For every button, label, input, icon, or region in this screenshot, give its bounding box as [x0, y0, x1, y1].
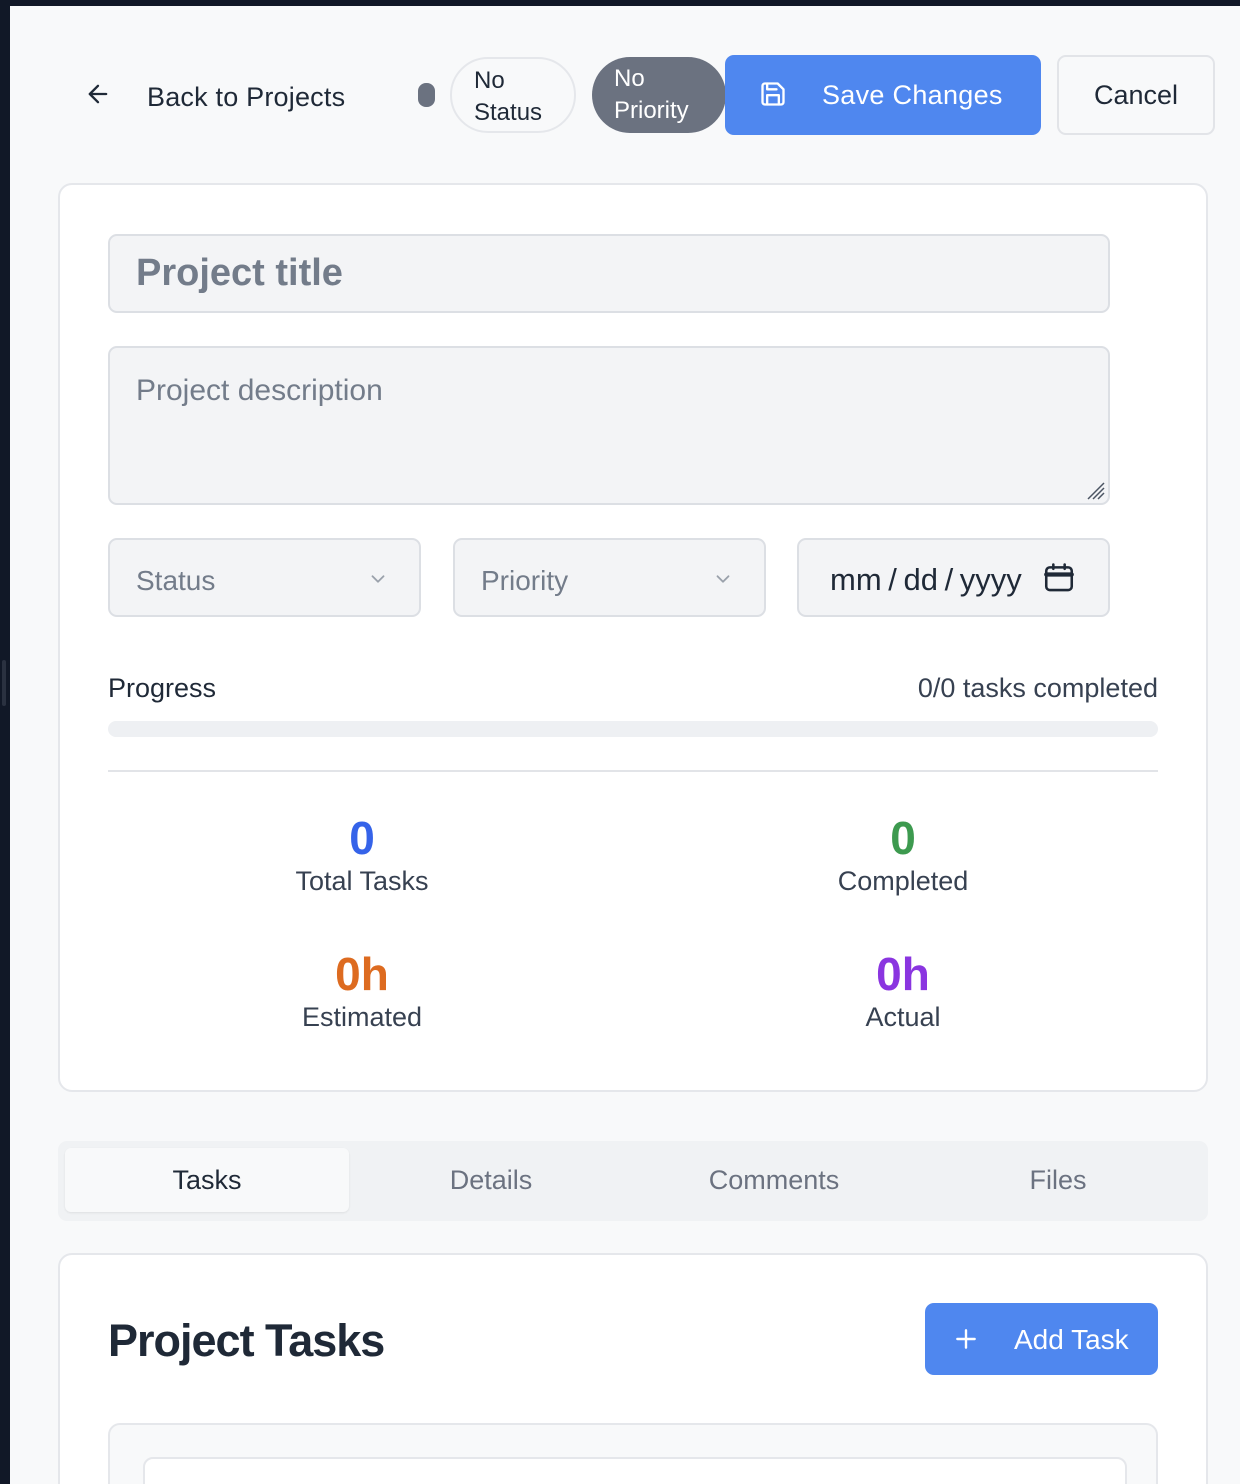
tab-bar: Tasks Details Comments Files	[58, 1141, 1208, 1221]
stat-completed-value: 0	[890, 812, 916, 864]
priority-select-value: Priority	[481, 565, 569, 596]
due-date-input[interactable]: mm / dd / yyyy	[797, 538, 1110, 617]
floppy-disk-icon	[761, 82, 785, 106]
arrow-left-icon[interactable]	[84, 80, 112, 108]
priority-badge: No Priority	[592, 57, 726, 133]
resize-grip-icon[interactable]	[1082, 477, 1106, 501]
stat-total-tasks: 0 Total Tasks	[162, 812, 562, 897]
status-badge: No Status	[450, 57, 576, 133]
project-description-textarea[interactable]	[108, 346, 1110, 505]
stat-estimated-label: Estimated	[301, 1002, 423, 1032]
tab-files[interactable]: Files	[916, 1148, 1200, 1212]
add-task-label: Add Task	[1014, 1324, 1129, 1355]
stat-estimated: 0h Estimated	[162, 948, 562, 1033]
stat-total-label: Total Tasks	[295, 866, 429, 896]
save-changes-label: Save Changes	[822, 80, 1003, 110]
stat-completed-label: Completed	[837, 866, 969, 896]
stat-estimated-value: 0h	[335, 948, 389, 1000]
progress-count: 0/0 tasks completed	[917, 673, 1158, 703]
progress-bar	[108, 721, 1158, 737]
progress-label: Progress	[108, 673, 217, 703]
project-editor-page: Back to Projects No Status No Priority S…	[10, 6, 1240, 1484]
status-select-value: Status	[136, 565, 216, 596]
project-title-input[interactable]	[108, 234, 1110, 313]
tab-tasks[interactable]: Tasks	[65, 1148, 349, 1212]
date-placeholder: mm / dd / yyyy	[830, 562, 1022, 597]
back-to-projects-link[interactable]: Back to Projects	[147, 82, 345, 113]
priority-select[interactable]: Priority	[453, 538, 766, 617]
project-tasks-heading: Project Tasks	[108, 1315, 385, 1366]
divider	[108, 770, 1158, 772]
plus-icon	[956, 1329, 976, 1349]
stat-actual-value: 0h	[876, 948, 930, 1000]
window-resize-handle[interactable]	[2, 660, 6, 706]
project-tasks-card: Project Tasks Add Task	[58, 1253, 1208, 1484]
save-changes-button[interactable]: Save Changes	[725, 55, 1041, 135]
task-item[interactable]	[143, 1457, 1127, 1484]
tasks-list	[108, 1423, 1158, 1484]
tab-details[interactable]: Details	[349, 1148, 633, 1212]
stat-completed: 0 Completed	[703, 812, 1103, 897]
calendar-icon[interactable]	[1042, 561, 1076, 595]
add-task-button[interactable]: Add Task	[925, 1303, 1158, 1375]
status-color-dot	[418, 83, 435, 107]
cancel-button[interactable]: Cancel	[1057, 55, 1215, 135]
tab-comments[interactable]: Comments	[632, 1148, 916, 1212]
stat-actual: 0h Actual	[703, 948, 1103, 1033]
stat-actual-label: Actual	[865, 1002, 941, 1032]
status-select[interactable]: Status	[108, 538, 421, 617]
chevron-down-icon	[371, 575, 385, 583]
project-details-card: Status Priority mm / dd / yyyy Progress …	[58, 183, 1208, 1092]
chevron-down-icon	[716, 575, 730, 583]
stat-total-value: 0	[349, 812, 375, 864]
